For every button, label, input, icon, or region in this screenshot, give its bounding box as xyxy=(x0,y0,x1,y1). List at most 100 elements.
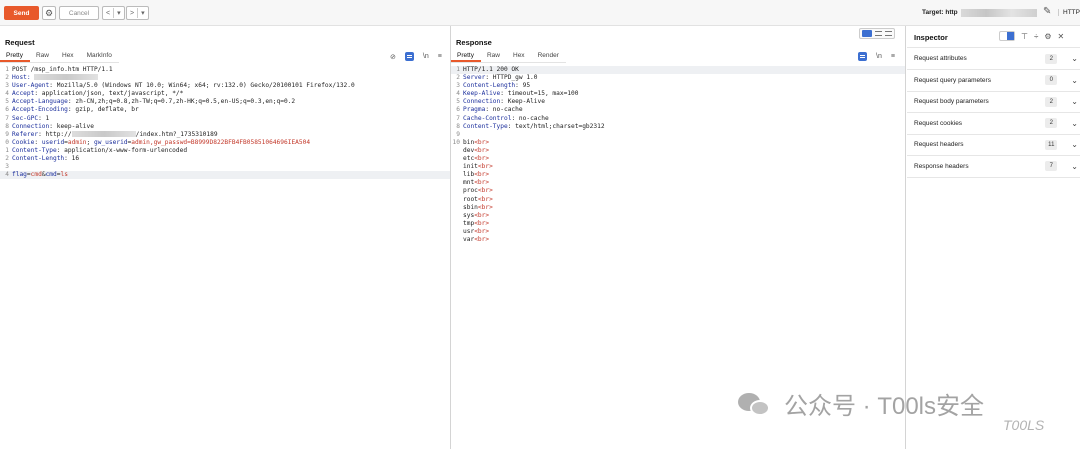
line-number: 5 xyxy=(456,98,460,106)
code-token: : Keep-Alive xyxy=(500,98,545,106)
inspector-section-row[interactable]: Request headers 11 ⌄ xyxy=(907,134,1080,156)
inspector-section-label: Request cookies xyxy=(914,119,963,127)
code-line: 4 Accept: application/json, text/javascri… xyxy=(0,90,450,98)
inspector-section-row[interactable]: Request cookies 2 ⌄ xyxy=(907,113,1080,135)
tab-pretty[interactable]: Pretty xyxy=(451,50,481,62)
code-line: 3 xyxy=(0,163,450,171)
line-number: 1 xyxy=(5,146,9,154)
back-arrow-icon[interactable]: < xyxy=(103,10,113,17)
code-line: 9 xyxy=(451,131,905,139)
forward-menu-chevron-icon[interactable]: ▾ xyxy=(138,9,148,17)
chevron-down-icon[interactable]: ⌄ xyxy=(1071,54,1078,63)
split-icon[interactable]: ÷ xyxy=(1034,32,1038,41)
tab-markinfo[interactable]: MarkInfo xyxy=(81,50,119,62)
code-line: lib<br> xyxy=(451,171,905,179)
tab-render[interactable]: Render xyxy=(532,50,566,62)
code-token: bin xyxy=(463,138,475,146)
cancel-button[interactable]: Cancel xyxy=(59,6,99,20)
code-token: usr xyxy=(463,227,475,235)
line-content: var<br> xyxy=(463,236,489,244)
inspector-section-row[interactable]: Request query parameters 0 ⌄ xyxy=(907,70,1080,92)
code-line: usr<br> xyxy=(451,228,905,236)
menu-icon[interactable]: ≡ xyxy=(438,53,442,60)
code-token: : application/json, text/javascript, */* xyxy=(34,90,184,98)
code-line: 4 flag=cmd&cmd=ls xyxy=(0,171,450,180)
inspector-section-row[interactable]: Request attributes 2 ⌄ xyxy=(907,48,1080,70)
code-token: Content-Length xyxy=(12,155,65,163)
message-view-icon[interactable] xyxy=(404,52,414,61)
settings-gear-icon[interactable]: ⚙ xyxy=(42,6,56,20)
watermark-sub-logo: T00LS xyxy=(1003,417,1045,433)
close-icon[interactable]: ✕ xyxy=(1058,32,1065,41)
chevron-down-icon[interactable]: ⌄ xyxy=(1071,76,1078,85)
protocol-label[interactable]: HTTP xyxy=(1058,9,1080,16)
code-token: gw_userid xyxy=(94,138,128,146)
line-number: 5 xyxy=(5,98,9,106)
align-top-icon[interactable]: ⊤ xyxy=(1021,32,1028,41)
chevron-down-icon[interactable]: ⌄ xyxy=(1071,119,1078,128)
line-number xyxy=(451,204,463,212)
code-line: 3 User-Agent: Mozilla/5.0 (Windows NT 10.… xyxy=(0,82,450,90)
line-content: sbin<br> xyxy=(463,204,493,212)
layout-horizontal-icon[interactable] xyxy=(874,31,882,36)
inspector-section-label: Request body parameters xyxy=(914,98,989,105)
inspector-count-badge: 0 xyxy=(1045,75,1058,85)
layout-toggle[interactable] xyxy=(859,28,895,39)
code-token: dev xyxy=(463,146,475,154)
layout-list-icon[interactable] xyxy=(1000,32,1007,40)
line-number: 1 xyxy=(5,66,9,73)
line-number xyxy=(451,179,463,187)
code-token: <br> xyxy=(474,171,490,179)
line-content: Referer: http:// /index.htm?_1735310189 xyxy=(12,130,218,139)
line-number xyxy=(451,147,463,155)
forward-arrow-icon[interactable]: > xyxy=(127,10,137,17)
layout-panel-icon[interactable] xyxy=(1007,32,1014,40)
inspector-layout-toggle[interactable] xyxy=(999,31,1015,41)
chevron-down-icon[interactable]: ⌄ xyxy=(1071,140,1078,149)
code-token: Accept xyxy=(12,90,35,98)
line-content: usr<br> xyxy=(463,228,489,236)
line-number xyxy=(451,155,463,163)
inspector-section-label: Request attributes xyxy=(914,55,967,62)
code-token: : Mozilla/5.0 (Windows NT 10.0; Win64; x… xyxy=(49,82,355,90)
layout-tabs-icon[interactable] xyxy=(885,31,893,36)
back-nav-group[interactable]: < ▾ xyxy=(102,6,125,20)
tab-raw[interactable]: Raw xyxy=(30,50,56,62)
response-editor[interactable]: 1 HTTP/1.1 200 OK 2 Server: HTTPD_gw 1.0 3 Co… xyxy=(451,66,905,244)
request-editor[interactable]: 1 POST /msp_info.htm HTTP/1.1 2 Host: 3 User… xyxy=(0,66,450,180)
inspector-section-label: Response headers xyxy=(914,162,969,170)
newline-toggle-icon[interactable]: \n xyxy=(423,53,429,60)
hide-eye-icon[interactable]: ⊘ xyxy=(390,53,396,61)
code-token: admin xyxy=(67,138,87,146)
settings-gear-icon[interactable]: ⚙ xyxy=(1044,32,1051,41)
message-view-icon[interactable] xyxy=(858,52,867,61)
edit-target-pencil-icon[interactable]: ✎ xyxy=(1043,6,1051,17)
code-token: Sec-GPC xyxy=(12,114,39,122)
tab-pretty[interactable]: Pretty xyxy=(0,50,30,62)
tab-hex[interactable]: Hex xyxy=(56,50,81,62)
request-tabs: Pretty Raw Hex MarkInfo xyxy=(0,50,119,63)
layout-split-icon[interactable] xyxy=(861,30,872,37)
menu-icon[interactable]: ≡ xyxy=(891,53,895,60)
code-line: 1 HTTP/1.1 200 OK xyxy=(451,66,905,75)
newline-toggle-icon[interactable]: \n xyxy=(876,53,882,60)
inspector-section-row[interactable]: Response headers 7 ⌄ xyxy=(907,156,1080,178)
inspector-section-row[interactable]: Request body parameters 2 ⌄ xyxy=(907,91,1080,113)
tab-hex[interactable]: Hex xyxy=(507,50,532,62)
send-button[interactable]: Send xyxy=(4,6,39,20)
line-content: Keep-Alive: timeout=15, max=100 xyxy=(463,90,579,98)
code-line: tmp<br> xyxy=(451,220,905,228)
code-token: <br> xyxy=(474,179,490,187)
forward-nav-group[interactable]: > ▾ xyxy=(126,6,149,20)
code-token: ls xyxy=(60,171,68,179)
line-content: etc<br> xyxy=(463,155,489,163)
line-content: lib<br> xyxy=(463,171,489,179)
line-content: Cookie: userid=admin; gw_userid=admin,gw… xyxy=(12,139,310,147)
line-number xyxy=(451,171,463,179)
code-line: var<br> xyxy=(451,236,905,244)
chevron-down-icon[interactable]: ⌄ xyxy=(1071,162,1078,171)
chevron-down-icon[interactable]: ⌄ xyxy=(1071,97,1078,106)
code-token: : keep-alive xyxy=(49,122,94,130)
tab-raw[interactable]: Raw xyxy=(481,50,507,62)
back-menu-chevron-icon[interactable]: ▾ xyxy=(114,9,124,17)
